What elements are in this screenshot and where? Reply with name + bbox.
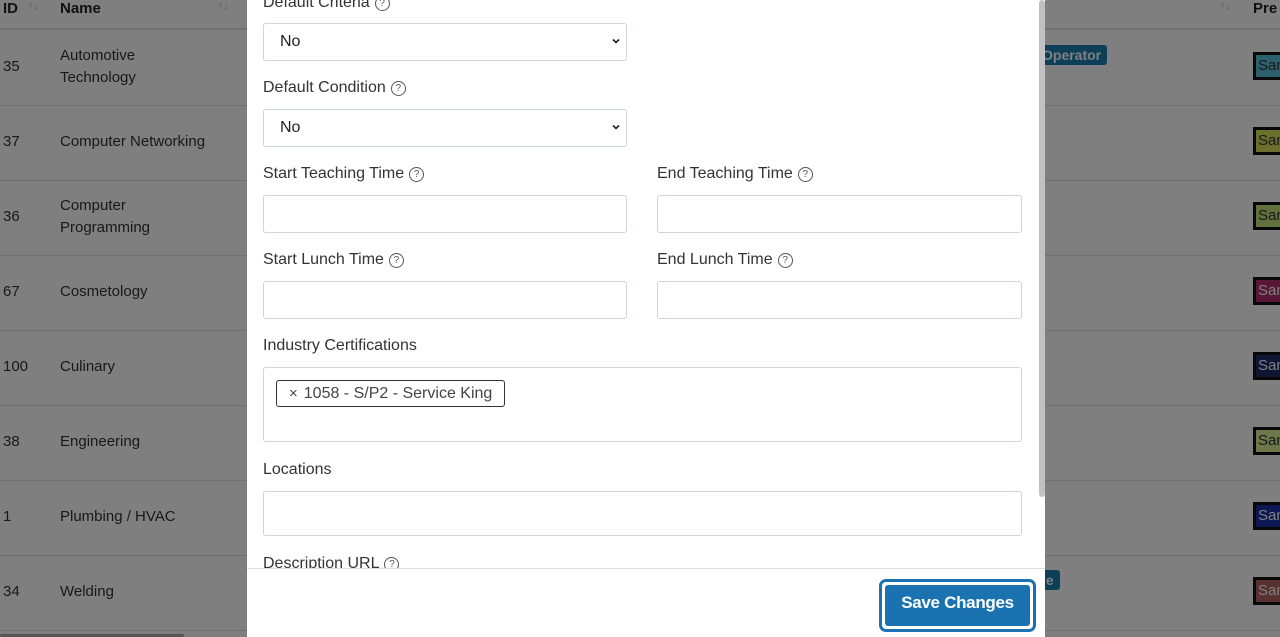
locations-multiselect[interactable] [263, 491, 1022, 536]
start-lunch-time-input[interactable] [263, 281, 627, 319]
modal-body: Default Criteria? No Default Condition? … [247, 0, 1045, 568]
modal-scrollbar[interactable] [1039, 0, 1045, 497]
default-criteria-select[interactable]: No [263, 23, 627, 61]
help-icon[interactable]: ? [777, 253, 793, 268]
default-condition-label: Default Condition? [263, 79, 406, 97]
save-changes-button[interactable]: Save Changes [879, 579, 1036, 632]
modal-footer: Save Changes [247, 568, 1045, 637]
certification-tag: × 1058 - S/P2 - Service King [276, 380, 506, 407]
default-criteria-label: Default Criteria? [263, 0, 390, 12]
end-lunch-time-input[interactable] [657, 281, 1022, 319]
locations-label: Locations [263, 461, 332, 478]
remove-tag-icon[interactable]: × [289, 385, 298, 402]
start-lunch-time-label: Start Lunch Time? [263, 251, 404, 269]
help-icon[interactable]: ? [374, 0, 390, 11]
chevron-down-icon [612, 38, 620, 44]
industry-certifications-label: Industry Certifications [263, 337, 417, 354]
end-teaching-time-input[interactable] [657, 195, 1022, 233]
tag-label: 1058 - S/P2 - Service King [303, 385, 493, 402]
default-condition-select[interactable]: No [263, 109, 627, 147]
help-icon[interactable]: ? [797, 167, 813, 182]
industry-certifications-multiselect[interactable]: × 1058 - S/P2 - Service King [263, 367, 1022, 442]
start-teaching-time-input[interactable] [263, 195, 627, 233]
end-lunch-time-label: End Lunch Time? [657, 251, 793, 269]
end-teaching-time-label: End Teaching Time? [657, 165, 813, 183]
help-icon[interactable]: ? [384, 557, 400, 568]
chevron-down-icon [612, 124, 620, 130]
help-icon[interactable]: ? [388, 253, 404, 268]
description-url-label: Description URL? [263, 555, 400, 568]
help-icon[interactable]: ? [409, 167, 425, 182]
edit-course-modal: Default Criteria? No Default Condition? … [247, 0, 1045, 637]
help-icon[interactable]: ? [390, 81, 406, 96]
start-teaching-time-label: Start Teaching Time? [263, 165, 425, 183]
save-changes-label: Save Changes [885, 585, 1030, 626]
